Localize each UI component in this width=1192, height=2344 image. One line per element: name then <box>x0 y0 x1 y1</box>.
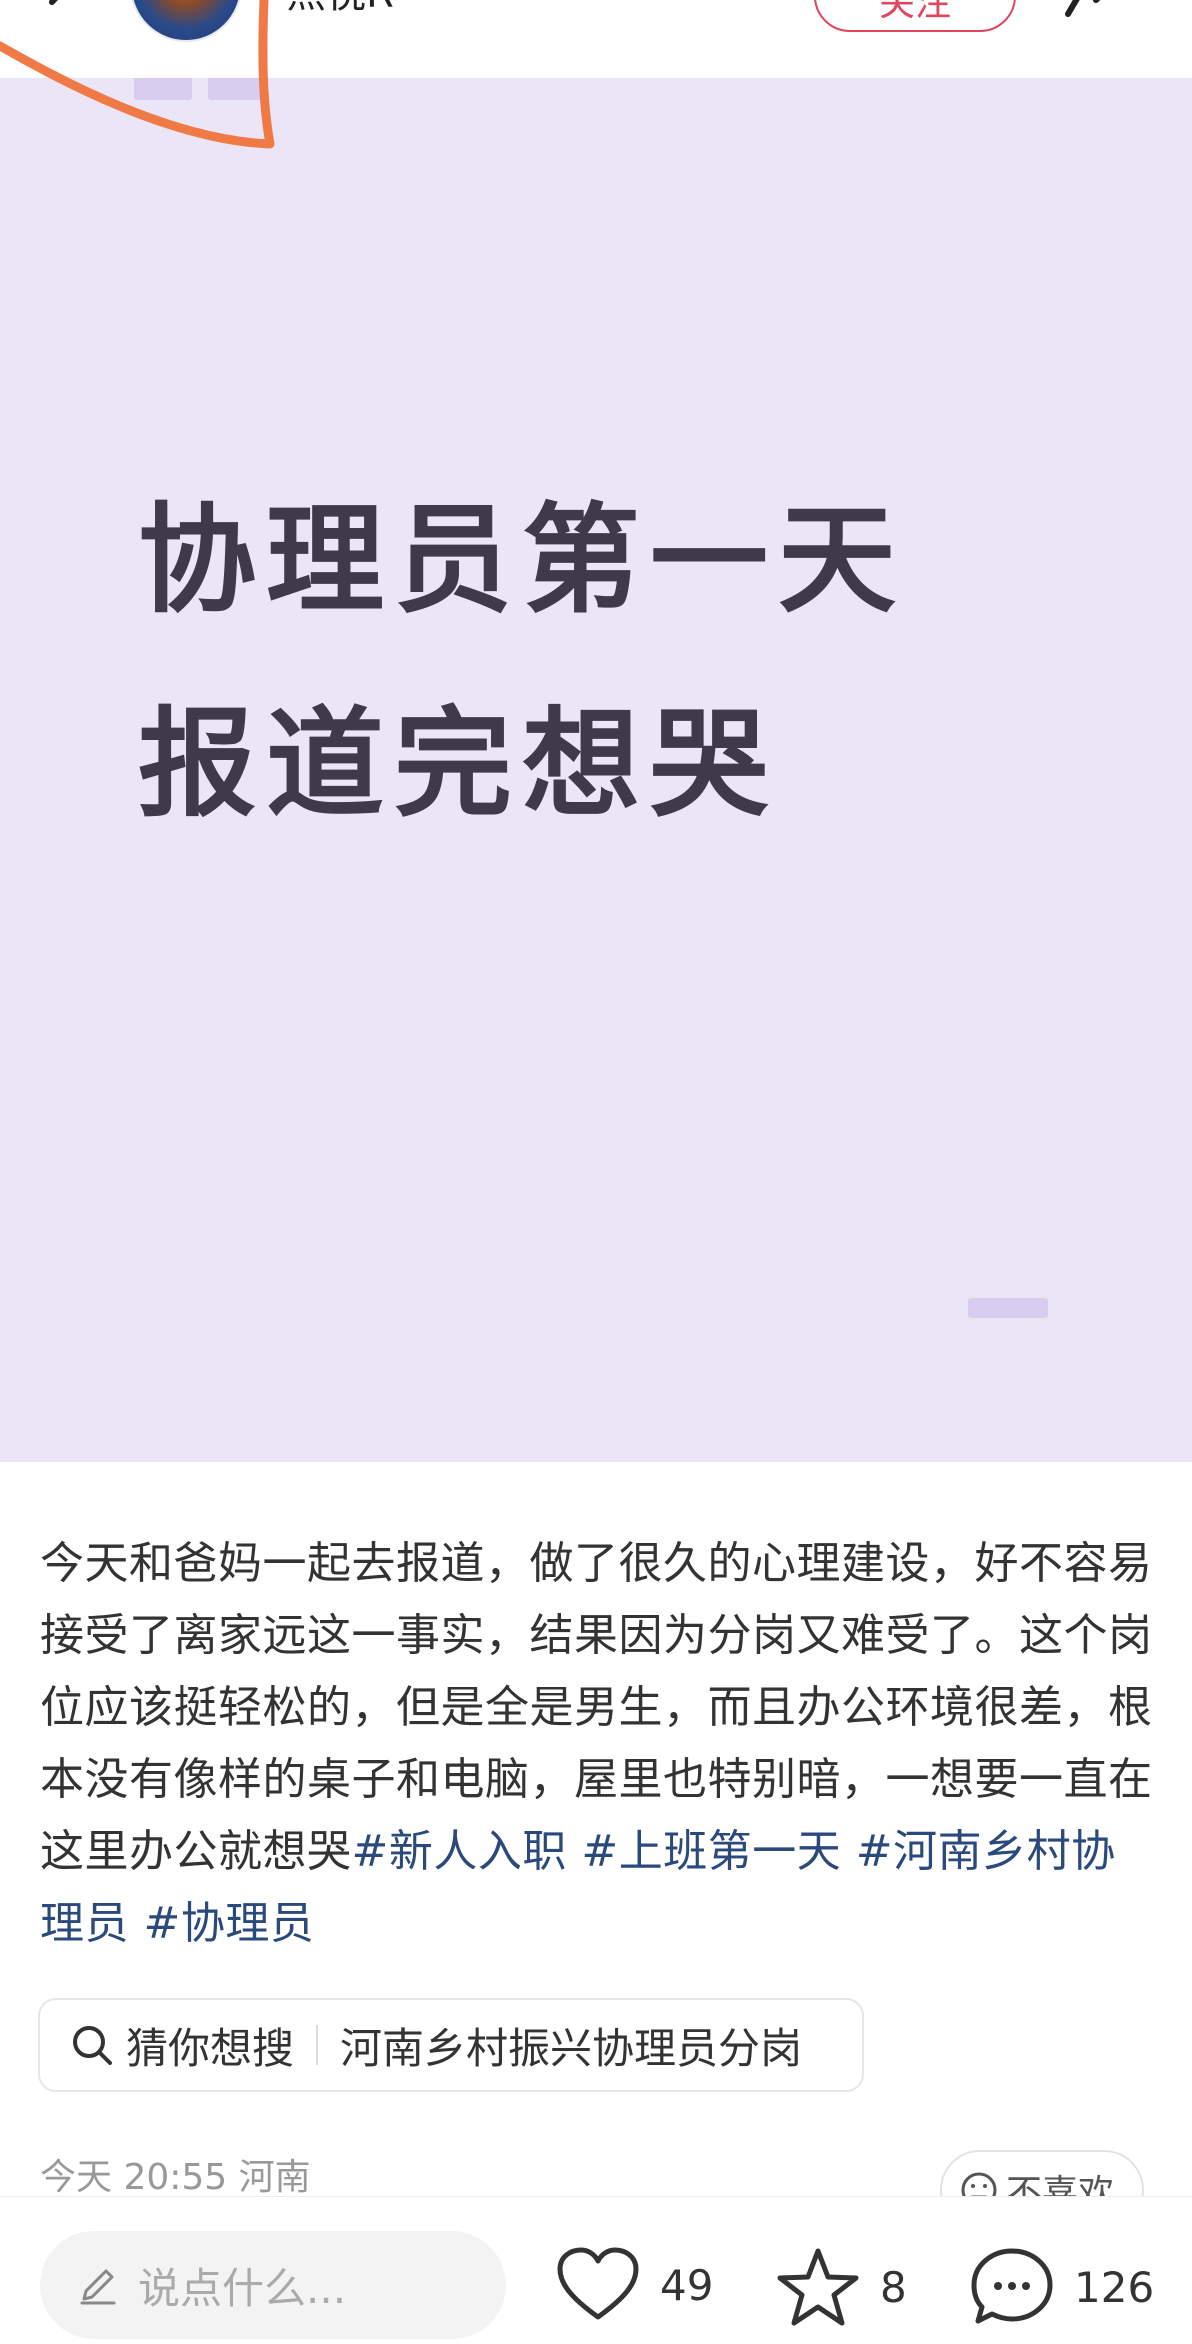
cover-decoration <box>968 1298 1048 1318</box>
cover-title-line-1: 协理员第一天 <box>138 491 907 629</box>
hashtag[interactable]: #新人入职 <box>352 1826 567 1877</box>
post-body: 今天和爸妈一起去报道，做了很久的心理建设，好不容易接受了离家远这一事实，结果因为… <box>40 1528 1160 1960</box>
share-icon[interactable] <box>1060 0 1130 20</box>
post-time-location: 今天 20:55 河南 <box>40 2157 311 2198</box>
comment-count: 126 <box>1074 2262 1155 2312</box>
annotation-stroke <box>0 0 275 149</box>
favorite-button[interactable]: 8 <box>776 2247 907 2327</box>
like-button[interactable]: 49 <box>556 2247 713 2323</box>
chat-bubble-icon <box>971 2248 1053 2324</box>
bottom-action-bar: 说点什么... 49 8 126 <box>0 2196 1192 2344</box>
suggest-prefix: 猜你想搜 <box>126 2023 295 2073</box>
comment-placeholder: 说点什么... <box>138 2263 347 2313</box>
username[interactable]: 杰悦R <box>286 0 394 14</box>
hashtag[interactable]: #上班第一天 <box>581 1826 841 1877</box>
pencil-icon <box>80 2269 116 2305</box>
hashtag[interactable]: #协理员 <box>144 1898 315 1949</box>
cover-title-line-2: 报道完想哭 <box>138 695 779 833</box>
cover-title: 协理员第一天 报道完想哭 <box>138 458 906 866</box>
comment-input[interactable]: 说点什么... <box>40 2231 506 2339</box>
divider <box>316 2025 319 2065</box>
like-count: 49 <box>660 2260 714 2310</box>
search-icon <box>73 2026 112 2065</box>
favorite-count: 8 <box>880 2262 907 2312</box>
heart-icon <box>557 2247 639 2320</box>
suggest-query: 河南乡村振兴协理员分岗 <box>340 2023 803 2073</box>
follow-button[interactable]: 关注 <box>814 0 1016 32</box>
comment-button[interactable]: 126 <box>970 2247 1154 2327</box>
suggested-search[interactable]: 猜你想搜 河南乡村振兴协理员分岗 <box>38 1998 864 2092</box>
star-icon <box>777 2248 859 2326</box>
cover-image[interactable]: 协理员第一天 报道完想哭 <box>0 78 1192 1462</box>
